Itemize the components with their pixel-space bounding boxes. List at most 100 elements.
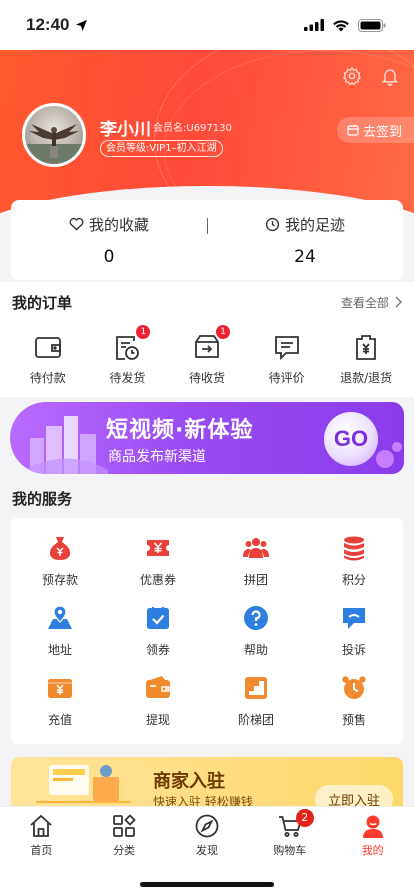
service-label: 提现 [145, 713, 170, 727]
service-prepaid[interactable]: 预存款 [11, 526, 109, 596]
short-video-banner[interactable]: 短视频·新体验 商品发布新渠道 GO [10, 402, 404, 474]
order-item-label: 待付款 [29, 371, 66, 385]
recharge-icon [48, 679, 72, 698]
favorites-card: 我的收藏 0 我的足迹 24 [11, 200, 403, 280]
complaint-icon [343, 608, 365, 629]
service-label: 帮助 [243, 643, 268, 657]
avatar[interactable] [22, 103, 86, 167]
order-pending-review[interactable]: 待评价 [250, 332, 324, 386]
bubble-decoration [392, 442, 402, 452]
calendar-icon [347, 125, 359, 136]
member-level-badge[interactable]: 会员等级:VIP1–初入江湖 [100, 140, 223, 157]
home-icon [30, 814, 52, 837]
service-group-buy[interactable]: 拼团 [207, 526, 305, 596]
order-item-label: 退款/退货 [340, 371, 393, 385]
order-pending-receipt[interactable]: 1 待收货 [170, 325, 244, 386]
join-now-button[interactable]: 立即入驻 [315, 785, 393, 807]
service-label: 阶梯团 [237, 713, 274, 727]
service-label: 地址 [47, 643, 72, 657]
orders-title: 我的订单 [12, 293, 73, 312]
service-complaint[interactable]: 投诉 [305, 596, 403, 666]
service-recharge[interactable]: 充值 [11, 666, 109, 736]
services-grid: 预存款 优惠券 拼团 积分 地址 领券 帮助 投诉 充值 提现 阶梯团 预售 [11, 518, 403, 744]
member-number: 会员名:U697130 [153, 123, 232, 134]
status-right [304, 18, 386, 32]
orders-header: 我的订单 查看全部 [0, 282, 414, 322]
footprint-label: 我的足迹 [284, 215, 345, 234]
refund-icon [356, 335, 377, 360]
service-coupon[interactable]: 优惠券 [109, 526, 207, 596]
service-address[interactable]: 地址 [11, 596, 109, 666]
map-icon [48, 605, 72, 629]
service-label: 领券 [145, 643, 170, 657]
view-all-orders-link[interactable]: 查看全部 [341, 294, 402, 311]
badge-count: 1 [215, 325, 230, 339]
service-help[interactable]: 帮助 [207, 596, 305, 666]
service-label: 充值 [47, 713, 72, 727]
go-button[interactable]: GO [324, 412, 378, 466]
merchant-subtitle: 快速入驻 轻松赚钱 [153, 795, 253, 807]
tab-label: 首页 [30, 843, 53, 857]
avatar-eagle-image [25, 124, 83, 164]
heart-icon [69, 217, 84, 231]
service-label: 预存款 [41, 573, 78, 587]
banner-title: 短视频·新体验 [106, 418, 254, 443]
merchant-illustration [36, 765, 131, 803]
tab-cart[interactable]: 2 购物车 [248, 807, 331, 863]
compass-icon [195, 814, 219, 837]
my-collection[interactable]: 我的收藏 0 [11, 200, 207, 280]
ticket-check-icon [147, 607, 169, 629]
tab-label: 购物车 [273, 843, 307, 857]
tab-label: 我的 [361, 843, 384, 857]
merchant-title: 商家入驻 [153, 771, 225, 792]
tab-label: 分类 [113, 843, 136, 857]
bubble-decoration [376, 450, 394, 468]
service-get-coupon[interactable]: 领券 [109, 596, 207, 666]
time-text: 12:40 [26, 15, 70, 34]
tab-category[interactable]: 分类 [83, 807, 166, 863]
home-indicator [140, 882, 274, 887]
comment-icon [274, 336, 299, 361]
category-icon [113, 813, 136, 837]
bottom-tab-bar: 首页 分类 发现 2 购物车 我的 [0, 806, 414, 896]
header-actions [342, 66, 400, 86]
my-orders-section: 我的订单 查看全部 待付款 1 待发货 1 待收货 待评价 退款/退货 [0, 282, 414, 397]
status-bar: 12:40 [0, 0, 414, 50]
order-pending-payment[interactable]: 待付款 [11, 332, 85, 386]
view-all-label: 查看全部 [340, 295, 389, 310]
tab-discover[interactable]: 发现 [166, 807, 249, 863]
service-points[interactable]: 积分 [305, 526, 403, 596]
user-name: 李小川 [100, 120, 151, 140]
alarm-clock-icon [342, 676, 366, 699]
tab-home[interactable]: 首页 [0, 807, 83, 863]
service-withdraw[interactable]: 提现 [109, 666, 207, 736]
collection-count: 0 [103, 246, 115, 267]
service-presale[interactable]: 预售 [305, 666, 403, 736]
battery-icon [358, 18, 386, 32]
footprint-count: 24 [294, 246, 316, 267]
my-footprint[interactable]: 我的足迹 24 [207, 200, 403, 280]
notification-bell-icon[interactable] [380, 66, 400, 86]
location-arrow-icon [76, 19, 88, 31]
fav-divider [207, 218, 208, 234]
tab-profile[interactable]: 我的 [331, 807, 414, 863]
collection-label-row: 我的收藏 [69, 214, 149, 235]
buildings-illustration [28, 416, 108, 474]
service-ladder-group[interactable]: 阶梯团 [207, 666, 305, 736]
chevron-right-icon [395, 296, 402, 308]
signin-button[interactable]: 去签到 [336, 117, 414, 143]
order-pending-shipment[interactable]: 1 待发货 [90, 325, 164, 386]
settings-gear-icon[interactable] [342, 66, 362, 86]
group-icon [243, 538, 269, 558]
coupon-icon [147, 540, 169, 556]
order-item-label: 待评价 [268, 371, 305, 385]
profile-icon [362, 815, 383, 838]
order-refund[interactable]: 退款/退货 [329, 332, 403, 386]
withdraw-icon [146, 676, 170, 698]
collection-label: 我的收藏 [88, 215, 149, 234]
badge-count: 1 [136, 325, 151, 339]
cart-badge: 2 [295, 809, 314, 827]
merchant-join-banner[interactable]: 商家入驻 快速入驻 轻松赚钱 立即入驻 [11, 757, 403, 807]
status-time: 12:40 [26, 15, 88, 35]
money-bag-icon [49, 537, 71, 560]
